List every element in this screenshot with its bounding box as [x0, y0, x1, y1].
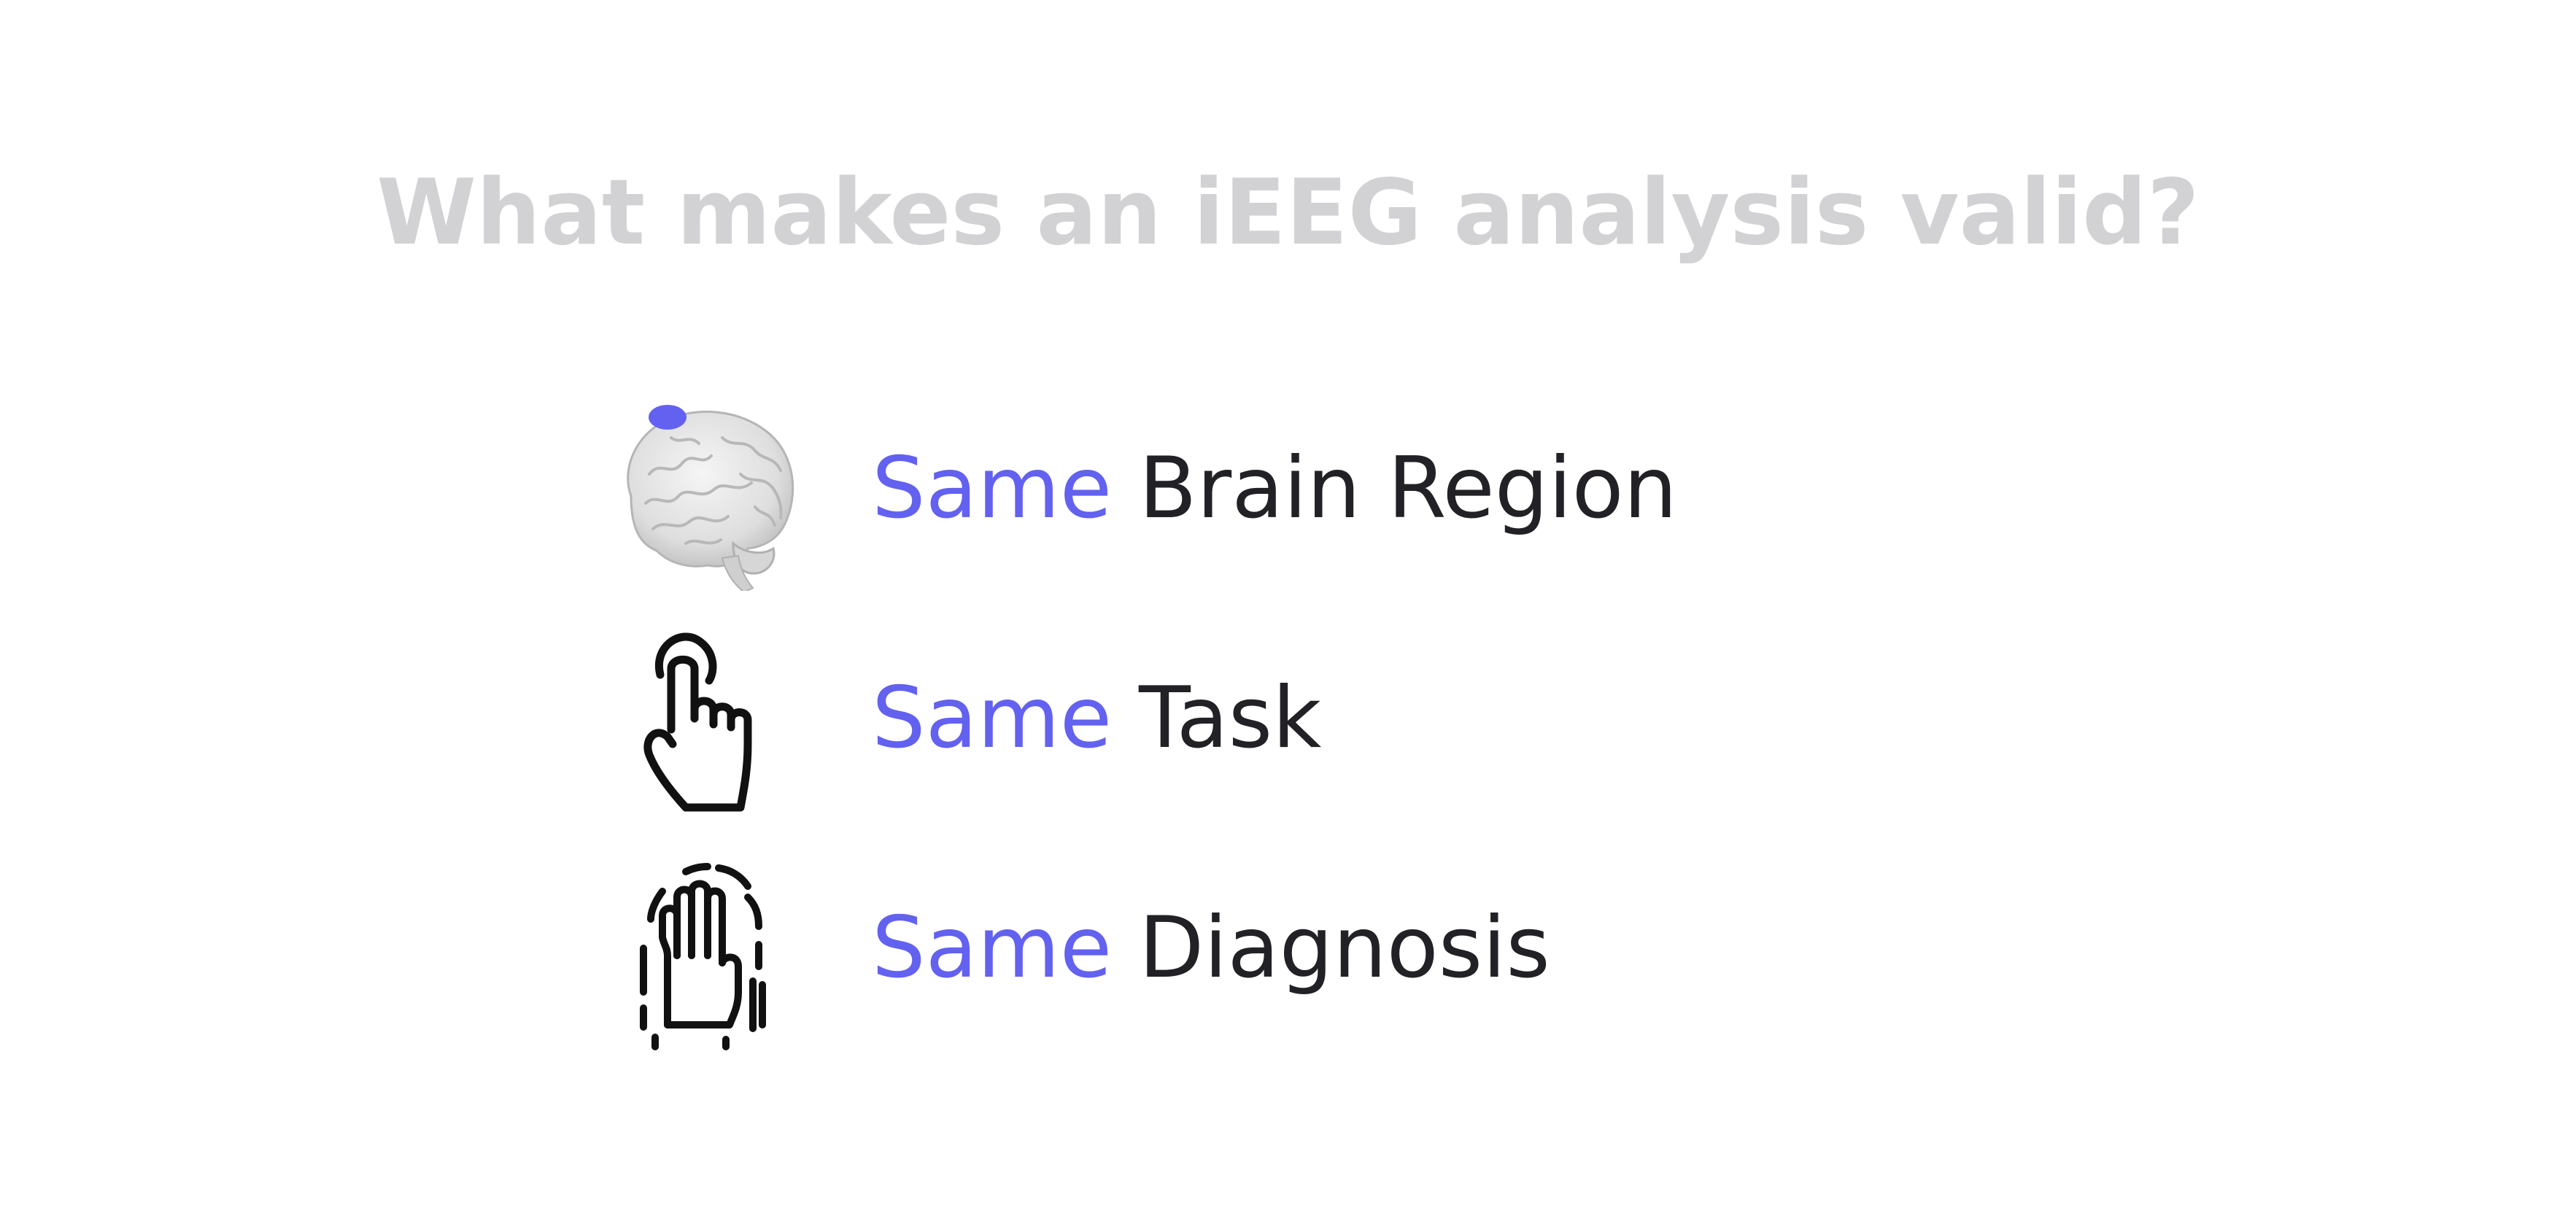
- criterion-row-task: Same Task: [0, 616, 2576, 821]
- page-title: What makes an iEEG analysis valid?: [376, 160, 2200, 266]
- pointing-hand-icon: [598, 616, 810, 821]
- accent-word: Same: [872, 669, 1113, 767]
- criterion-text: Task: [1138, 669, 1322, 767]
- criterion-text: Brain Region: [1138, 439, 1678, 538]
- brain-icon: [598, 387, 810, 591]
- criterion-text: Diagnosis: [1138, 899, 1550, 997]
- criterion-row-brain-region: Same Brain Region: [0, 387, 2576, 591]
- shaking-hand-icon: [598, 846, 810, 1050]
- criterion-label-diagnosis: Same Diagnosis: [872, 906, 1550, 991]
- criterion-label-brain-region: Same Brain Region: [872, 446, 1677, 531]
- criterion-row-diagnosis: Same Diagnosis: [0, 846, 2576, 1050]
- criterion-label-task: Same Task: [872, 676, 1321, 761]
- accent-word: Same: [872, 899, 1113, 997]
- accent-word: Same: [872, 439, 1113, 538]
